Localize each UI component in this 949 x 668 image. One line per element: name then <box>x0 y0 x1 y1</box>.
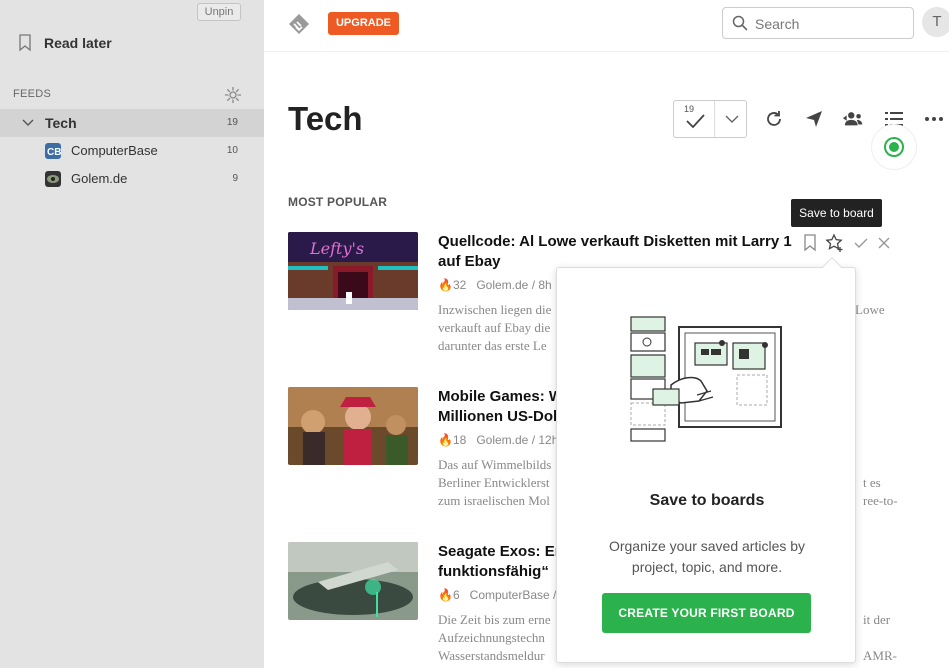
search-input[interactable] <box>755 14 905 34</box>
article-thumbnail[interactable] <box>288 387 418 465</box>
unpin-button[interactable]: Unpin <box>197 3 241 21</box>
feeds-heading: FEEDS <box>13 88 52 100</box>
article-snippet-tail: t es ree-to- <box>863 475 898 508</box>
search-icon <box>732 15 748 31</box>
page-title: Tech <box>288 100 363 137</box>
svg-text:CB: CB <box>47 147 61 158</box>
sidebar-item-tech[interactable]: Tech 19 <box>0 109 264 137</box>
article-meta: 🔥6 ComputerBase / <box>438 588 556 602</box>
save-to-board-icon[interactable] <box>825 233 845 253</box>
bookmark-icon[interactable] <box>803 234 817 252</box>
chevron-down-icon[interactable] <box>21 116 35 130</box>
check-icon[interactable] <box>684 110 706 132</box>
sidebar: Unpin Read later FEEDS Tech 19 CB Comput… <box>0 0 264 668</box>
article-thumbnail[interactable] <box>288 542 418 620</box>
unread-count: 9 <box>232 173 238 184</box>
tooltip: Save to board <box>791 199 882 227</box>
top-bar: UPGRADE T <box>264 0 949 52</box>
close-icon[interactable] <box>877 236 891 250</box>
bookmark-icon <box>19 34 31 52</box>
article-source[interactable]: Golem.de / 12h <box>476 433 558 447</box>
article-meta: 🔥18 Golem.de / 12h <box>438 433 558 447</box>
mark-read-check-icon[interactable] <box>853 235 869 251</box>
send-icon[interactable] <box>803 108 825 130</box>
golem-icon <box>45 171 61 187</box>
team-icon[interactable] <box>843 108 865 130</box>
article-thumbnail[interactable]: Lefty's <box>288 232 418 310</box>
computerbase-icon: CB <box>45 143 61 159</box>
article-meta: 🔥32 Golem.de / 8h <box>438 278 552 292</box>
flame-icon: 🔥 <box>438 433 453 447</box>
save-to-boards-popup: Save to boards Organize your saved artic… <box>556 257 856 663</box>
avatar[interactable]: T <box>922 7 949 37</box>
article-snippet-tail: Lowe <box>855 302 885 317</box>
chevron-down-icon[interactable] <box>724 113 740 125</box>
unread-count: 19 <box>226 117 238 128</box>
read-later-label: Read later <box>44 35 112 51</box>
article-title[interactable]: Quellcode: Al Lowe verkauft Disketten mi… <box>438 232 798 272</box>
article-actions <box>803 233 891 253</box>
mark-as-read-button[interactable]: 19 <box>673 100 747 138</box>
unread-count: 10 <box>226 145 238 156</box>
engagement-count: 18 <box>452 433 467 447</box>
popup-arrow <box>822 257 842 277</box>
upgrade-button[interactable]: UPGRADE <box>328 12 399 35</box>
section-heading: MOST POPULAR <box>288 195 388 209</box>
green-dot-icon <box>884 137 904 157</box>
sidebar-item-label: Golem.de <box>71 171 128 186</box>
sidebar-item-computerbase[interactable]: CB ComputerBase 10 <box>0 137 264 165</box>
popup-description: Organize your saved articles by project,… <box>608 538 806 575</box>
sidebar-item-label: Tech <box>45 115 77 131</box>
status-indicator[interactable] <box>872 125 916 169</box>
flame-icon: 🔥 <box>438 278 453 292</box>
svg-text:Lefty's: Lefty's <box>309 239 364 258</box>
flame-icon: 🔥 <box>438 588 453 602</box>
search-box[interactable] <box>722 7 914 39</box>
create-first-board-button[interactable]: CREATE YOUR FIRST BOARD <box>602 593 811 633</box>
refresh-icon[interactable] <box>763 108 785 130</box>
divider <box>714 101 715 137</box>
article-source[interactable]: ComputerBase / <box>470 588 557 602</box>
boards-illustration-icon <box>630 316 782 442</box>
article-source[interactable]: Golem.de / 8h <box>476 278 551 292</box>
popup-title: Save to boards <box>649 492 765 509</box>
sidebar-item-label: ComputerBase <box>71 143 158 158</box>
sidebar-item-golem[interactable]: Golem.de 9 <box>0 165 264 193</box>
read-later-item[interactable]: Read later <box>18 32 112 54</box>
gear-icon[interactable] <box>224 86 242 104</box>
engagement-count: 32 <box>452 278 467 292</box>
feedly-logo-icon[interactable] <box>288 13 310 35</box>
more-icon[interactable] <box>923 108 945 130</box>
article-snippet-tail: it der AMR- <box>863 612 897 663</box>
engagement-count: 6 <box>452 588 460 602</box>
